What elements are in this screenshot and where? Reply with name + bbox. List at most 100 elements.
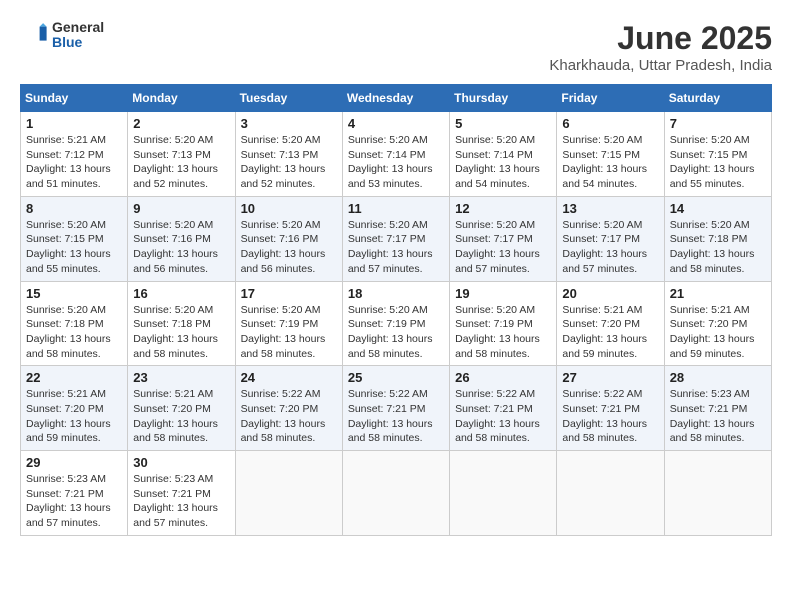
- col-thursday: Thursday: [450, 85, 557, 112]
- day-info: Sunrise: 5:22 AM Sunset: 7:21 PM Dayligh…: [562, 387, 658, 446]
- daylight-text: Daylight: 13 hours and 58 minutes.: [562, 418, 647, 445]
- day-number: 8: [26, 201, 122, 216]
- daylight-text: Daylight: 13 hours and 58 minutes.: [133, 333, 218, 360]
- day-number: 20: [562, 286, 658, 301]
- sunset-text: Sunset: 7:19 PM: [241, 318, 319, 330]
- calendar-cell: 28 Sunrise: 5:23 AM Sunset: 7:21 PM Dayl…: [664, 366, 771, 451]
- sunrise-text: Sunrise: 5:20 AM: [455, 304, 535, 316]
- sunset-text: Sunset: 7:12 PM: [26, 149, 104, 161]
- day-info: Sunrise: 5:23 AM Sunset: 7:21 PM Dayligh…: [670, 387, 766, 446]
- sunset-text: Sunset: 7:21 PM: [133, 488, 211, 500]
- day-info: Sunrise: 5:22 AM Sunset: 7:20 PM Dayligh…: [241, 387, 337, 446]
- calendar-cell: 8 Sunrise: 5:20 AM Sunset: 7:15 PM Dayli…: [21, 196, 128, 281]
- sunrise-text: Sunrise: 5:20 AM: [241, 134, 321, 146]
- day-number: 14: [670, 201, 766, 216]
- day-number: 2: [133, 116, 229, 131]
- day-number: 23: [133, 370, 229, 385]
- sunset-text: Sunset: 7:15 PM: [562, 149, 640, 161]
- calendar-cell: 1 Sunrise: 5:21 AM Sunset: 7:12 PM Dayli…: [21, 112, 128, 197]
- page-header: General Blue June 2025 Kharkhauda, Uttar…: [20, 20, 772, 74]
- sunrise-text: Sunrise: 5:21 AM: [562, 304, 642, 316]
- calendar-cell: 26 Sunrise: 5:22 AM Sunset: 7:21 PM Dayl…: [450, 366, 557, 451]
- day-info: Sunrise: 5:23 AM Sunset: 7:21 PM Dayligh…: [133, 472, 229, 531]
- calendar-header-row: Sunday Monday Tuesday Wednesday Thursday…: [21, 85, 772, 112]
- sunset-text: Sunset: 7:21 PM: [348, 403, 426, 415]
- calendar-cell: 29 Sunrise: 5:23 AM Sunset: 7:21 PM Dayl…: [21, 451, 128, 536]
- col-friday: Friday: [557, 85, 664, 112]
- sunrise-text: Sunrise: 5:20 AM: [133, 219, 213, 231]
- daylight-text: Daylight: 13 hours and 58 minutes.: [348, 418, 433, 445]
- sunset-text: Sunset: 7:13 PM: [133, 149, 211, 161]
- daylight-text: Daylight: 13 hours and 51 minutes.: [26, 163, 111, 190]
- daylight-text: Daylight: 13 hours and 58 minutes.: [26, 333, 111, 360]
- calendar-cell: 16 Sunrise: 5:20 AM Sunset: 7:18 PM Dayl…: [128, 281, 235, 366]
- day-number: 27: [562, 370, 658, 385]
- daylight-text: Daylight: 13 hours and 54 minutes.: [562, 163, 647, 190]
- sunset-text: Sunset: 7:20 PM: [241, 403, 319, 415]
- sunrise-text: Sunrise: 5:23 AM: [26, 473, 106, 485]
- day-number: 16: [133, 286, 229, 301]
- daylight-text: Daylight: 13 hours and 58 minutes.: [455, 333, 540, 360]
- day-number: 19: [455, 286, 551, 301]
- sunrise-text: Sunrise: 5:20 AM: [562, 134, 642, 146]
- calendar-cell: 13 Sunrise: 5:20 AM Sunset: 7:17 PM Dayl…: [557, 196, 664, 281]
- sunset-text: Sunset: 7:17 PM: [348, 233, 426, 245]
- day-number: 25: [348, 370, 444, 385]
- sunrise-text: Sunrise: 5:20 AM: [670, 219, 750, 231]
- calendar-week-row: 1 Sunrise: 5:21 AM Sunset: 7:12 PM Dayli…: [21, 112, 772, 197]
- sunrise-text: Sunrise: 5:20 AM: [26, 304, 106, 316]
- day-info: Sunrise: 5:20 AM Sunset: 7:19 PM Dayligh…: [348, 303, 444, 362]
- day-info: Sunrise: 5:20 AM Sunset: 7:15 PM Dayligh…: [26, 218, 122, 277]
- calendar-week-row: 8 Sunrise: 5:20 AM Sunset: 7:15 PM Dayli…: [21, 196, 772, 281]
- day-info: Sunrise: 5:20 AM Sunset: 7:18 PM Dayligh…: [133, 303, 229, 362]
- col-tuesday: Tuesday: [235, 85, 342, 112]
- daylight-text: Daylight: 13 hours and 59 minutes.: [670, 333, 755, 360]
- sunrise-text: Sunrise: 5:20 AM: [562, 219, 642, 231]
- day-info: Sunrise: 5:21 AM Sunset: 7:20 PM Dayligh…: [670, 303, 766, 362]
- day-info: Sunrise: 5:21 AM Sunset: 7:20 PM Dayligh…: [133, 387, 229, 446]
- calendar-cell: 7 Sunrise: 5:20 AM Sunset: 7:15 PM Dayli…: [664, 112, 771, 197]
- sunset-text: Sunset: 7:16 PM: [241, 233, 319, 245]
- day-number: 3: [241, 116, 337, 131]
- sunset-text: Sunset: 7:19 PM: [348, 318, 426, 330]
- sunrise-text: Sunrise: 5:22 AM: [455, 388, 535, 400]
- sunrise-text: Sunrise: 5:22 AM: [241, 388, 321, 400]
- sunset-text: Sunset: 7:20 PM: [133, 403, 211, 415]
- daylight-text: Daylight: 13 hours and 52 minutes.: [133, 163, 218, 190]
- sunrise-text: Sunrise: 5:21 AM: [133, 388, 213, 400]
- calendar-cell: 18 Sunrise: 5:20 AM Sunset: 7:19 PM Dayl…: [342, 281, 449, 366]
- sunset-text: Sunset: 7:15 PM: [26, 233, 104, 245]
- calendar-cell: [557, 451, 664, 536]
- day-number: 21: [670, 286, 766, 301]
- sunrise-text: Sunrise: 5:20 AM: [241, 304, 321, 316]
- day-number: 22: [26, 370, 122, 385]
- col-sunday: Sunday: [21, 85, 128, 112]
- sunrise-text: Sunrise: 5:20 AM: [455, 134, 535, 146]
- daylight-text: Daylight: 13 hours and 59 minutes.: [26, 418, 111, 445]
- calendar-cell: 11 Sunrise: 5:20 AM Sunset: 7:17 PM Dayl…: [342, 196, 449, 281]
- day-number: 4: [348, 116, 444, 131]
- calendar-cell: 23 Sunrise: 5:21 AM Sunset: 7:20 PM Dayl…: [128, 366, 235, 451]
- day-info: Sunrise: 5:20 AM Sunset: 7:14 PM Dayligh…: [455, 133, 551, 192]
- col-monday: Monday: [128, 85, 235, 112]
- daylight-text: Daylight: 13 hours and 58 minutes.: [133, 418, 218, 445]
- day-info: Sunrise: 5:21 AM Sunset: 7:12 PM Dayligh…: [26, 133, 122, 192]
- day-number: 5: [455, 116, 551, 131]
- sunrise-text: Sunrise: 5:20 AM: [348, 219, 428, 231]
- day-info: Sunrise: 5:20 AM Sunset: 7:18 PM Dayligh…: [26, 303, 122, 362]
- sunset-text: Sunset: 7:14 PM: [455, 149, 533, 161]
- logo-blue: Blue: [52, 35, 104, 50]
- sunrise-text: Sunrise: 5:23 AM: [670, 388, 750, 400]
- month-year: June 2025: [549, 20, 772, 57]
- sunrise-text: Sunrise: 5:20 AM: [241, 219, 321, 231]
- calendar-cell: 20 Sunrise: 5:21 AM Sunset: 7:20 PM Dayl…: [557, 281, 664, 366]
- day-number: 30: [133, 455, 229, 470]
- calendar-cell: 14 Sunrise: 5:20 AM Sunset: 7:18 PM Dayl…: [664, 196, 771, 281]
- sunrise-text: Sunrise: 5:22 AM: [348, 388, 428, 400]
- calendar-cell: 30 Sunrise: 5:23 AM Sunset: 7:21 PM Dayl…: [128, 451, 235, 536]
- daylight-text: Daylight: 13 hours and 59 minutes.: [562, 333, 647, 360]
- day-number: 9: [133, 201, 229, 216]
- day-info: Sunrise: 5:20 AM Sunset: 7:19 PM Dayligh…: [455, 303, 551, 362]
- sunrise-text: Sunrise: 5:20 AM: [348, 304, 428, 316]
- sunrise-text: Sunrise: 5:21 AM: [26, 134, 106, 146]
